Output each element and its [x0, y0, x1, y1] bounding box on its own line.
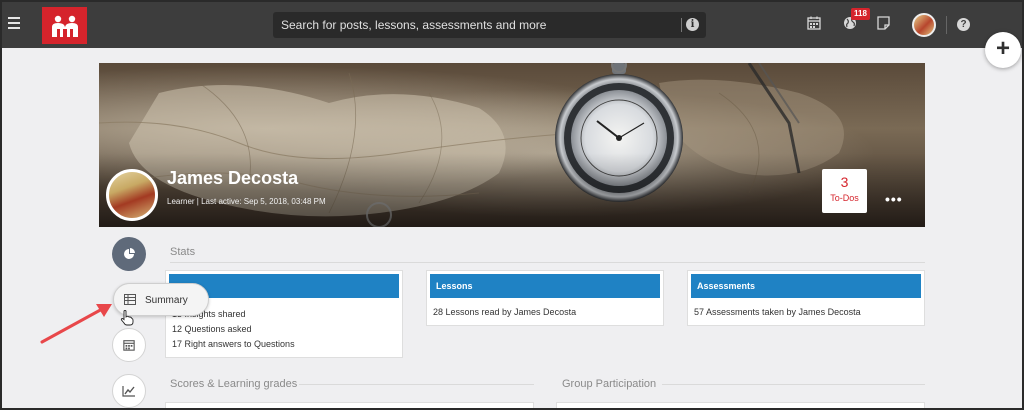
banner-overlay	[99, 153, 925, 227]
assessments-card-header: Assessments	[691, 274, 921, 298]
stats-rail-button[interactable]	[112, 237, 146, 271]
help-icon[interactable]: ?	[957, 18, 970, 31]
insights-card: 13 Insights shared 12 Questions asked 17…	[165, 270, 403, 358]
info-icon[interactable]: i	[686, 18, 699, 31]
scores-divider	[299, 384, 534, 385]
brand-logo[interactable]	[42, 7, 87, 44]
todos-button[interactable]: 3 To-Dos	[822, 169, 867, 213]
profile-avatar[interactable]	[106, 169, 158, 221]
annotation-arrow-icon	[40, 304, 112, 344]
scores-card	[165, 402, 534, 408]
stats-title: Stats	[170, 246, 196, 258]
app-window: Search for posts, lessons, assessments a…	[0, 0, 1024, 410]
scores-section-title: Scores & Learning grades	[170, 378, 298, 390]
profile-last-active: Learner | Last active: Sep 5, 2018, 03:4…	[167, 197, 326, 206]
profile-name: James Decosta	[167, 168, 299, 188]
search-input[interactable]: Search for posts, lessons, assessments a…	[281, 18, 546, 32]
summary-label: Summary	[145, 295, 188, 306]
group-participation-divider	[662, 384, 925, 385]
group-participation-title: Group Participation	[562, 378, 657, 390]
line-chart-icon	[122, 386, 135, 397]
profile-banner: James Decosta Learner | Last active: Sep…	[99, 63, 925, 227]
questions-asked-stat: 12 Questions asked	[172, 324, 252, 334]
user-avatar[interactable]	[912, 13, 936, 37]
topbar-divider	[946, 16, 947, 34]
todos-label: To-Dos	[830, 193, 859, 203]
assessments-card: Assessments 57 Assessments taken by Jame…	[687, 270, 925, 326]
search-bar[interactable]: Search for posts, lessons, assessments a…	[273, 12, 706, 38]
lessons-card: Lessons 28 Lessons read by James Decosta	[426, 270, 664, 326]
calendar-icon[interactable]	[807, 16, 821, 30]
notification-badge: 118	[851, 8, 870, 20]
note-icon[interactable]	[877, 16, 890, 30]
top-bar: Search for posts, lessons, assessments a…	[2, 2, 1022, 48]
right-answers-stat: 17 Right answers to Questions	[172, 339, 295, 349]
search-divider	[681, 18, 682, 32]
pie-chart-icon	[124, 248, 135, 259]
group-participation-card	[556, 402, 925, 408]
stats-divider	[170, 262, 925, 263]
add-button[interactable]: +	[985, 32, 1021, 68]
table-icon	[124, 294, 136, 305]
menu-icon[interactable]	[8, 17, 20, 31]
more-options-button[interactable]: •••	[885, 191, 903, 207]
todos-count: 3	[840, 174, 849, 190]
trend-rail-button[interactable]	[112, 374, 146, 408]
lessons-read-stat: 28 Lessons read by James Decosta	[433, 307, 577, 317]
assessments-taken-stat: 57 Assessments taken by James Decosta	[694, 307, 861, 317]
lessons-card-header: Lessons	[430, 274, 660, 298]
calendar-icon	[123, 340, 135, 351]
hand-cursor-icon	[120, 310, 134, 326]
brand-logo-icon	[51, 15, 78, 37]
